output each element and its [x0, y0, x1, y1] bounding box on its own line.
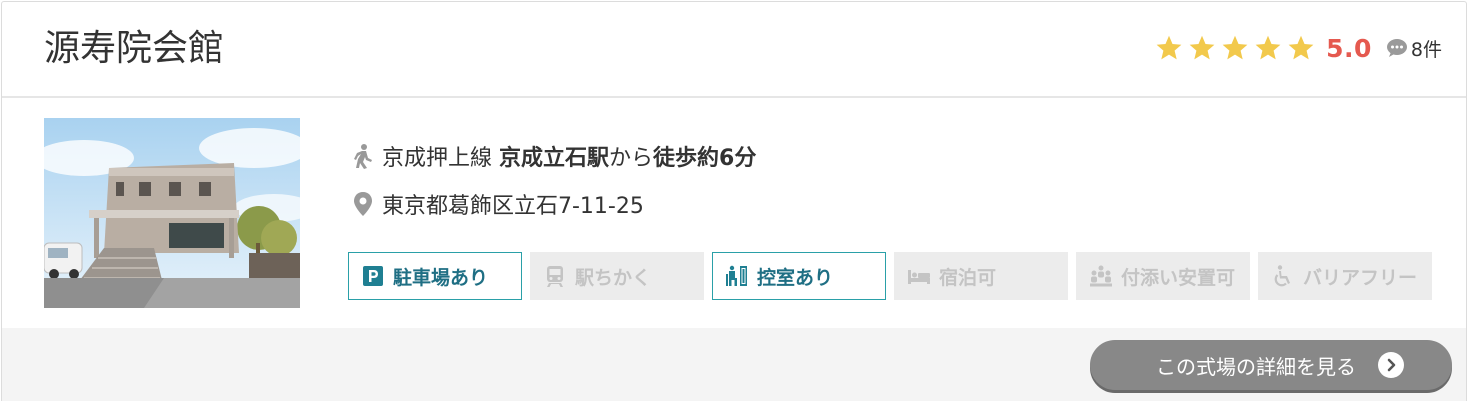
chevron-right-circle-icon — [1378, 352, 1404, 378]
star-icon — [1255, 35, 1281, 60]
review-count: 8件 — [1410, 38, 1442, 61]
bed-icon — [908, 270, 930, 284]
star-rating — [1155, 34, 1320, 62]
train-icon — [547, 266, 563, 287]
feature-attendant-stay: 付添い安置可 — [1076, 252, 1250, 300]
star-icon — [1288, 35, 1314, 60]
wheelchair-icon — [1274, 265, 1290, 287]
feature-label: 付添い安置可 — [1121, 266, 1236, 289]
rating-score: 5.0 — [1326, 33, 1372, 63]
feature-waiting-room: 控室あり — [712, 252, 886, 300]
star-icon — [1222, 35, 1248, 60]
star-icon — [1189, 35, 1215, 60]
view-details-button[interactable]: この式場の詳細を見る — [1090, 340, 1452, 390]
view-details-label: この式場の詳細を見る — [1156, 354, 1356, 379]
access-info: 京成押上線 京成立石駅から徒歩約6分 — [352, 140, 756, 172]
hall-card: 源寿院会館 5.0 8件 京成押上線 京成立石駅から徒歩約6分 東京都葛飾区立石… — [1, 1, 1467, 401]
parking-icon — [363, 266, 383, 286]
map-pin-icon — [354, 192, 372, 216]
address-text: 東京都葛飾区立石7-11-25 — [382, 194, 644, 219]
review-count-link[interactable]: 8件 — [1386, 35, 1442, 62]
hall-building-image — [44, 118, 300, 308]
card-header: 源寿院会館 5.0 8件 — [2, 2, 1466, 98]
walk-time: 徒歩約6分 — [653, 146, 757, 171]
feature-label: 宿泊可 — [939, 266, 997, 289]
card-body: 京成押上線 京成立石駅から徒歩約6分 東京都葛飾区立石7-11-25 駐車場あり — [2, 100, 1466, 328]
waiting-room-icon — [726, 265, 747, 286]
feature-label: バリアフリー — [1303, 266, 1418, 289]
feature-label: 控室あり — [757, 266, 834, 289]
access-from: から — [609, 146, 654, 171]
access-text: 京成押上線 京成立石駅から徒歩約6分 — [382, 140, 756, 172]
train-line: 京成押上線 — [382, 146, 499, 171]
address-info: 東京都葛飾区立石7-11-25 — [352, 188, 644, 220]
feature-near-station: 駅ちかく — [530, 252, 704, 300]
walking-person-icon — [354, 144, 372, 169]
feature-label: 駅ちかく — [575, 266, 652, 289]
speech-bubble-icon — [1386, 39, 1407, 57]
hall-name[interactable]: 源寿院会館 — [44, 24, 224, 74]
feature-parking: 駐車場あり — [348, 252, 522, 300]
feature-list: 駐車場あり 駅ちかく 控室あり 宿泊可 付添い安置可 バリアフリー — [348, 252, 1440, 300]
feature-barrier-free: バリアフリー — [1258, 252, 1432, 300]
star-icon — [1156, 35, 1182, 60]
feature-label: 駐車場あり — [393, 266, 489, 289]
feature-overnight: 宿泊可 — [894, 252, 1068, 300]
station-name: 京成立石駅 — [499, 146, 610, 171]
hall-photo[interactable] — [44, 118, 300, 308]
people-group-icon — [1090, 265, 1112, 287]
rating-summary: 5.0 8件 — [1155, 30, 1442, 66]
card-footer: この式場の詳細を見る — [2, 328, 1466, 401]
